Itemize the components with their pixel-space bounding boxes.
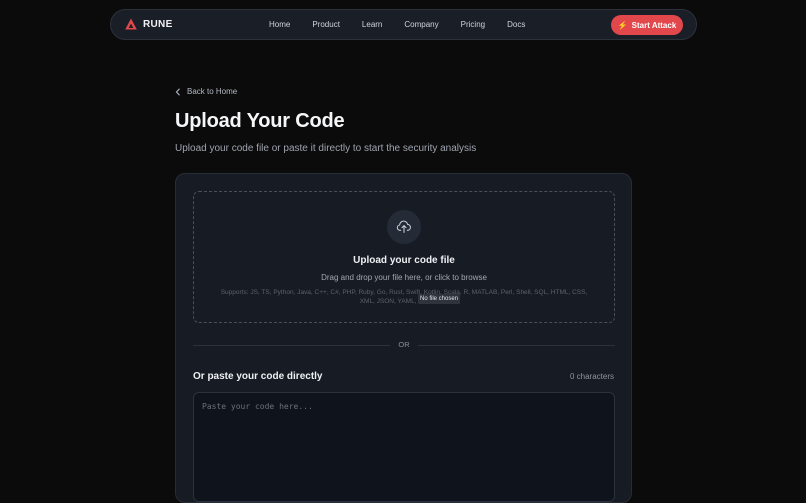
back-label: Back to Home: [187, 87, 238, 96]
character-count: 0 characters: [569, 372, 614, 381]
top-navbar: RUNE Home Product Learn Company Pricing …: [110, 9, 697, 40]
nav-links: Home Product Learn Company Pricing Docs: [269, 20, 547, 29]
lightning-icon: ⚡: [617, 20, 628, 30]
file-status[interactable]: No file chosen: [418, 294, 461, 304]
start-attack-button[interactable]: ⚡ Start Attack: [611, 15, 683, 35]
nav-link-docs[interactable]: Docs: [507, 20, 525, 29]
nav-link-company[interactable]: Company: [404, 20, 438, 29]
chevron-left-icon: [175, 87, 180, 96]
or-separator: OR: [390, 340, 418, 349]
start-attack-label: Start Attack: [631, 20, 677, 30]
file-dropzone[interactable]: Upload your code file Drag and drop your…: [193, 191, 615, 323]
page-title: Upload Your Code: [175, 110, 345, 132]
page-subtitle: Upload your code file or paste it direct…: [175, 143, 477, 154]
nav-link-product[interactable]: Product: [312, 20, 340, 29]
code-input[interactable]: [193, 392, 615, 502]
paste-label: Or paste your code directly: [193, 371, 323, 382]
upload-card: Upload your code file Drag and drop your…: [175, 173, 632, 503]
back-to-home-link[interactable]: Back to Home: [175, 87, 237, 96]
brand[interactable]: RUNE: [125, 18, 173, 30]
brand-name: RUNE: [143, 18, 173, 30]
upload-icon-circle: [387, 210, 421, 244]
nav-link-home[interactable]: Home: [269, 20, 290, 29]
nav-link-pricing[interactable]: Pricing: [461, 20, 485, 29]
dropzone-title: Upload your code file: [353, 255, 455, 266]
dropzone-description: Drag and drop your file here, or click t…: [321, 273, 487, 282]
nav-link-learn[interactable]: Learn: [362, 20, 382, 29]
triangle-logo-icon: [125, 18, 137, 30]
supported-languages: Supports: JS, TS, Python, Java, C++, C#,…: [220, 289, 588, 305]
cloud-upload-icon: [396, 220, 411, 233]
